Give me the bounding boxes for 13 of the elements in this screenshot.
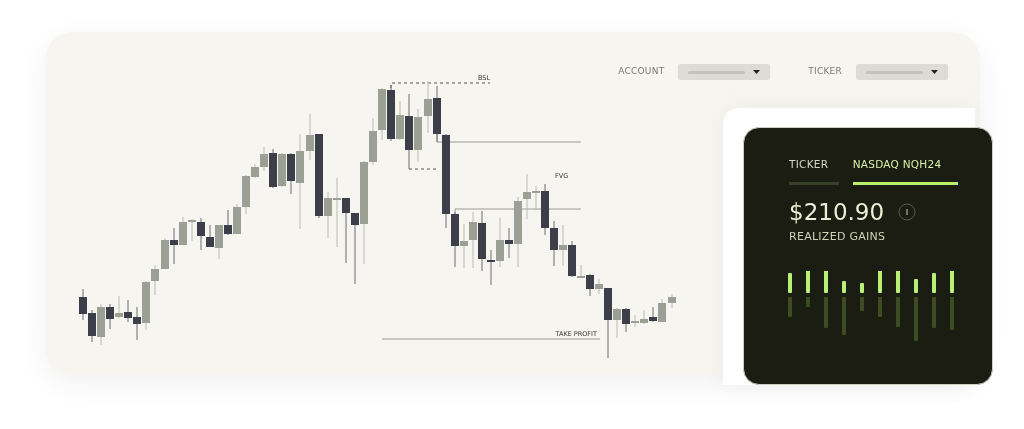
gains-caption: REALIZED GAINS — [789, 228, 887, 245]
gains-amount: $210.90 — [789, 200, 885, 224]
dropdown[interactable] — [856, 64, 948, 80]
filter-label: ACCOUNT — [618, 65, 665, 79]
caret-icon — [931, 70, 938, 74]
info-icon[interactable] — [898, 203, 917, 222]
tab[interactable]: NASDAQ NQH24 — [852, 157, 958, 185]
caret-icon — [753, 70, 761, 74]
dropdown[interactable] — [678, 64, 771, 80]
filter-label: TICKER — [808, 65, 842, 79]
tab[interactable]: TICKER — [789, 157, 839, 185]
dashed-line — [408, 168, 437, 170]
candle — [668, 293, 676, 309]
